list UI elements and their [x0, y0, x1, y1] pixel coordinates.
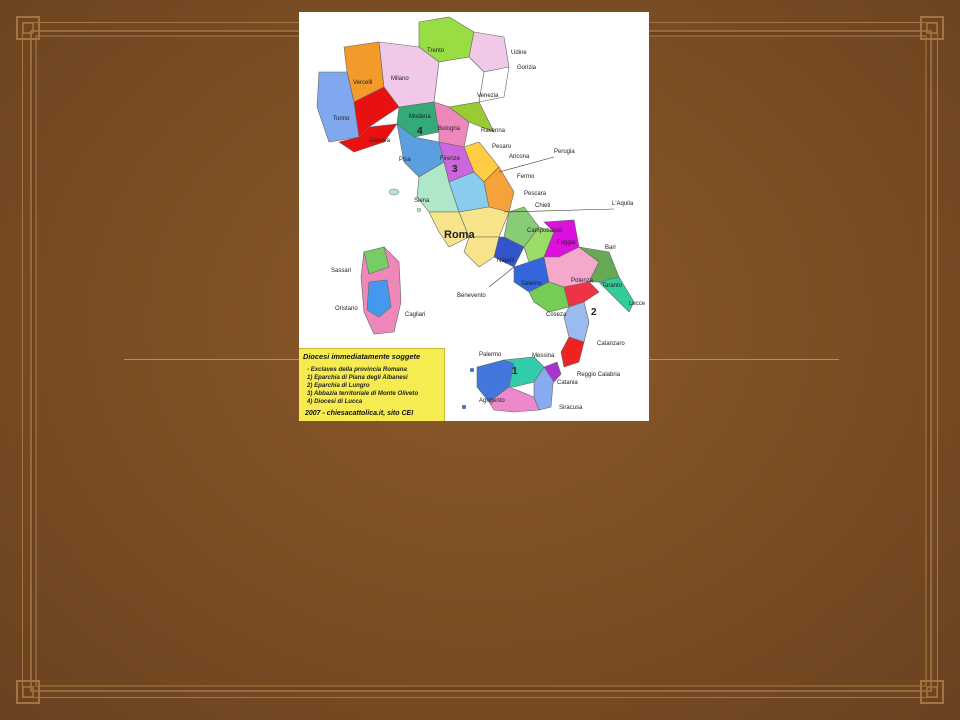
city-label: Reggio Calabria	[577, 372, 621, 378]
legend-credit: 2007 - chiesacattolica.it, sito CEI	[305, 410, 414, 417]
city-label: Ravenna	[481, 128, 506, 134]
city-label: Foggia	[557, 240, 576, 246]
city-label: Pesaro	[492, 144, 512, 150]
city-label: Fermo	[517, 174, 535, 180]
city-label: Trento	[427, 48, 445, 54]
slide-background: Trento Udine Gorizia Vercelli Milano Ven…	[0, 0, 960, 720]
city-label: Bologna	[438, 126, 461, 132]
legend-line: 3) Abbazia territoriale di Monte Oliveto	[307, 390, 419, 397]
marker-4: 4	[417, 126, 423, 137]
legend-line: 2) Eparchia di Lungro	[307, 382, 370, 389]
corner-ornament-icon	[920, 680, 944, 704]
corner-ornament-icon	[920, 16, 944, 40]
city-label: Catania	[557, 380, 578, 386]
city-label: Torino	[333, 116, 350, 122]
city-label: L'Aquila	[612, 201, 634, 207]
city-label: Agrigento	[479, 398, 505, 404]
city-label: Messina	[532, 353, 555, 359]
marker-1: 1	[512, 366, 518, 377]
italy-diocese-map[interactable]: Trento Udine Gorizia Vercelli Milano Ven…	[299, 12, 649, 421]
city-label: Cagliari	[405, 312, 425, 318]
legend-line: 4) Diocesi di Lucca	[307, 398, 363, 405]
city-label: Perugia	[554, 149, 575, 155]
city-label: Catanzaro	[597, 341, 625, 347]
city-label: Venezia	[477, 93, 499, 99]
map-legend: Diocesi immediatamente soggete - Exclave…	[299, 348, 445, 421]
title-divider-left	[124, 359, 300, 360]
city-label: Napoli	[497, 258, 514, 264]
legend-title: Diocesi immediatamente soggete	[303, 352, 421, 361]
city-label: Campobasso	[527, 228, 563, 234]
city-label: Siracusa	[559, 405, 583, 411]
city-label: Bari	[605, 245, 616, 251]
city-label: Pisa	[399, 157, 411, 163]
title-divider-right	[649, 359, 839, 360]
city-label: Potenza	[571, 278, 594, 284]
marker-2: 2	[591, 307, 597, 318]
city-label: Lecce	[629, 301, 646, 307]
city-label: Ancona	[509, 154, 530, 160]
city-label: Palermo	[479, 352, 502, 358]
corner-ornament-icon	[16, 680, 40, 704]
city-label: Modena	[409, 114, 431, 120]
city-label: Udine	[511, 50, 527, 56]
city-label: Siena	[414, 198, 430, 204]
city-label: Chieti	[535, 203, 550, 209]
city-label: Vercelli	[353, 80, 372, 86]
city-label: Gorizia	[517, 65, 537, 71]
city-label: Oristano	[335, 306, 358, 312]
marker-3: 3	[452, 164, 458, 175]
legend-line: 1) Eparchia di Piana degli Albanesi	[307, 374, 408, 381]
city-label: Sassari	[331, 268, 351, 274]
city-label: Coseza	[546, 312, 567, 318]
city-label: Milano	[391, 76, 409, 82]
city-label: Firenze	[440, 156, 461, 162]
capital-label: Roma	[444, 229, 475, 241]
city-label: Salerno	[521, 281, 542, 287]
legend-line: - Exclaves della provincia Romana	[307, 366, 407, 373]
city-label: Benevento	[457, 293, 486, 299]
corner-ornament-icon	[16, 16, 40, 40]
city-label: Genova	[369, 138, 391, 144]
city-label: Pescara	[524, 191, 547, 197]
city-label: Taranto	[602, 283, 623, 289]
